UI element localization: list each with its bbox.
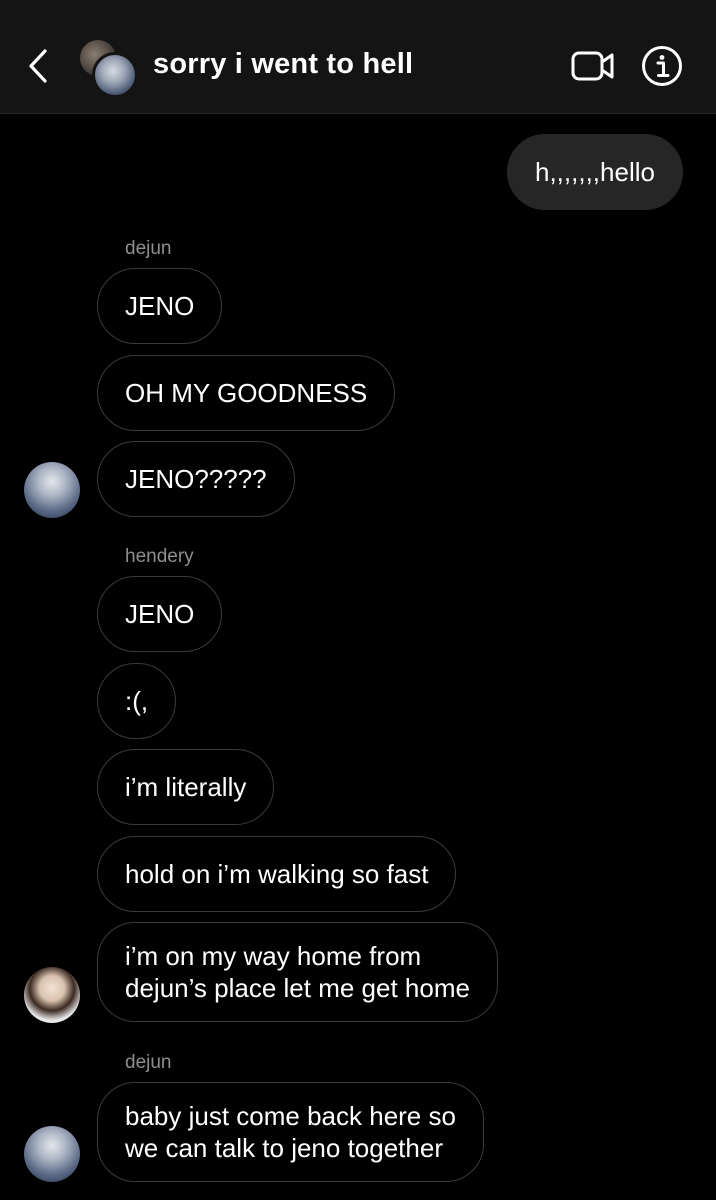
group-avatar-front [92, 52, 138, 98]
chat-title[interactable]: sorry i went to hell [153, 48, 413, 81]
video-camera-icon [571, 51, 614, 81]
video-call-button[interactable] [568, 44, 618, 88]
chat-header: sorry i went to hell [0, 0, 716, 114]
group-avatar[interactable] [78, 38, 138, 98]
message-line: we can talk to jeno together [125, 1133, 443, 1163]
sender-name: hendery [125, 546, 194, 567]
info-button[interactable] [640, 44, 684, 88]
sender-avatar-hendery[interactable] [24, 967, 80, 1023]
outgoing-message-bubble[interactable]: h,,,,,,,hello [507, 134, 683, 210]
incoming-message-bubble[interactable]: baby just come back here so we can talk … [97, 1082, 484, 1182]
incoming-message-bubble[interactable]: JENO????? [97, 441, 295, 517]
message-line: baby just come back here so [125, 1101, 456, 1131]
incoming-message-bubble[interactable]: hold on i’m walking so fast [97, 836, 457, 912]
message-line: i’m on my way home from [125, 941, 422, 971]
sender-name: dejun [125, 1052, 172, 1073]
message-line: dejun’s place let me get home [125, 973, 470, 1003]
sender-avatar-dejun[interactable] [24, 462, 80, 518]
incoming-message-bubble[interactable]: i’m literally [97, 749, 275, 825]
incoming-message-bubble[interactable]: :(, [97, 663, 177, 739]
back-button[interactable] [18, 40, 58, 92]
chevron-left-icon [29, 49, 47, 83]
sender-name: dejun [125, 238, 172, 259]
info-icon [642, 46, 682, 86]
incoming-message-bubble[interactable]: OH MY GOODNESS [97, 355, 396, 431]
incoming-message-bubble[interactable]: JENO [97, 576, 223, 652]
sender-avatar-dejun[interactable] [24, 1126, 80, 1182]
incoming-message-bubble[interactable]: JENO [97, 268, 223, 344]
incoming-message-bubble[interactable]: i’m on my way home from dejun’s place le… [97, 922, 498, 1022]
